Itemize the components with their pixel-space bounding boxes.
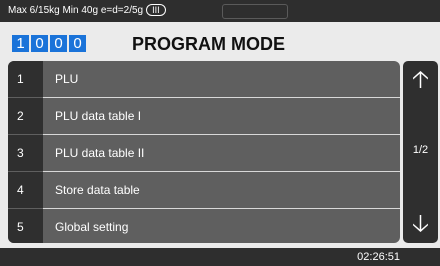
- program-code-digit: 0: [31, 35, 48, 52]
- program-code-digit: 0: [69, 35, 86, 52]
- menu-item-number: 1: [8, 61, 43, 97]
- bottom-bar: 02:26:51: [0, 248, 440, 266]
- menu-item-store-data-table[interactable]: 4 Store data table: [8, 172, 400, 209]
- menu-item-label: PLU data table I: [55, 109, 142, 123]
- program-code-digit: 0: [50, 35, 67, 52]
- menu-list: 1 PLU 2 PLU data table I 3 PLU data tabl…: [8, 61, 400, 243]
- menu-item-number: 3: [8, 135, 43, 171]
- page-title: PROGRAM MODE: [132, 34, 285, 54]
- program-code-digit: 1: [12, 35, 29, 52]
- menu-item-label: PLU: [55, 72, 79, 86]
- arrow-down-icon[interactable]: 🡣: [405, 208, 436, 240]
- pager-panel: 🡡 1/2 🡣: [403, 61, 438, 243]
- menu-item-number: 5: [8, 209, 43, 243]
- accuracy-class-badge: III: [146, 4, 166, 16]
- arrow-up-icon[interactable]: 🡡: [405, 64, 436, 96]
- clock: 02:26:51: [357, 251, 400, 263]
- program-mode-screen: Max 6/15kg Min 40g e=d=2/5g III 1 0 0 0 P…: [0, 0, 440, 266]
- status-bar: Max 6/15kg Min 40g e=d=2/5g III: [0, 0, 440, 22]
- status-indicator-slot: [222, 4, 288, 19]
- page-indicator: 1/2: [412, 144, 429, 156]
- menu-item-number: 4: [8, 172, 43, 208]
- menu-item-number: 2: [8, 98, 43, 134]
- scale-specs: Max 6/15kg Min 40g e=d=2/5g III: [8, 4, 166, 18]
- menu-item-label: Store data table: [55, 183, 140, 197]
- menu-item-global-setting[interactable]: 5 Global setting: [8, 209, 400, 243]
- menu-item-label: PLU data table II: [55, 146, 145, 160]
- scale-specs-text: Max 6/15kg Min 40g e=d=2/5g: [8, 5, 144, 16]
- menu-item-plu[interactable]: 1 PLU: [8, 61, 400, 98]
- menu-item-plu-data-table-2[interactable]: 3 PLU data table II: [8, 135, 400, 172]
- program-code: 1 0 0 0: [12, 35, 86, 52]
- menu-item-label: Global setting: [55, 220, 129, 234]
- menu-item-plu-data-table-1[interactable]: 2 PLU data table I: [8, 98, 400, 135]
